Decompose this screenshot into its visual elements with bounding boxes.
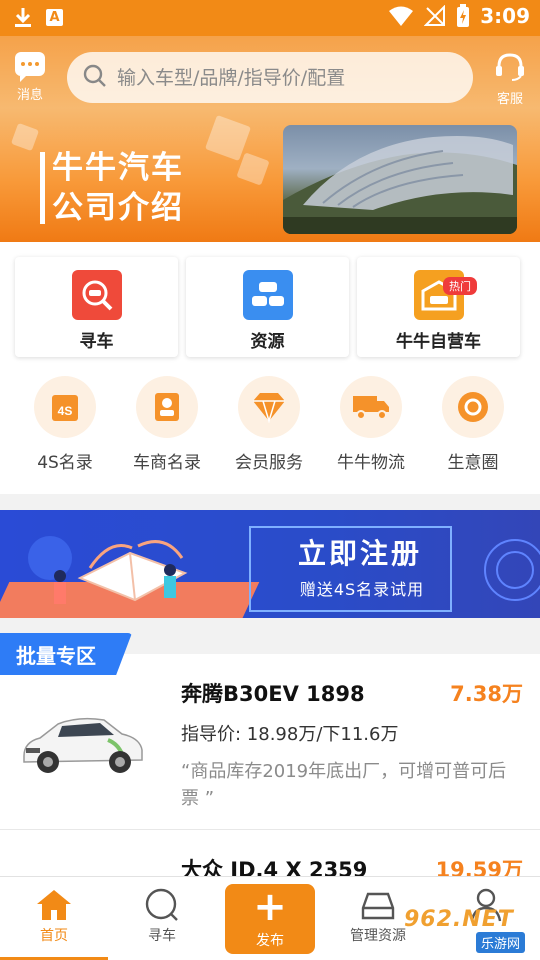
- promo-title: 牛牛汽车 公司介绍: [52, 148, 184, 228]
- 4s-icon-text: 4S: [58, 404, 73, 418]
- search-icon: [112, 885, 212, 925]
- plus-icon: +: [253, 884, 287, 930]
- grid-item-logistics[interactable]: 牛牛物流: [326, 376, 416, 473]
- grid-label: 会员服务: [235, 453, 303, 473]
- download-icon: [14, 6, 32, 28]
- car-search-icon: [71, 270, 122, 320]
- grid-item-4s-directory[interactable]: 4S 4S名录: [20, 376, 110, 473]
- search-input[interactable]: [117, 66, 457, 89]
- tab-home[interactable]: 首页: [4, 885, 104, 945]
- register-subtitle: 赠送4S名录试用: [299, 580, 425, 599]
- card-label: 资源: [250, 332, 285, 352]
- card-label: 寻车: [79, 332, 114, 352]
- publish-button[interactable]: + 发布: [225, 884, 315, 954]
- no-signal-icon: [424, 5, 446, 27]
- card-find-car[interactable]: 寻车: [15, 257, 178, 357]
- promo-line-1: 牛牛汽车: [52, 150, 184, 186]
- wifi-icon: [388, 5, 414, 27]
- section-title: 批量专区: [0, 633, 132, 675]
- watermark-sub: 乐游网: [476, 932, 526, 953]
- tab-label: 首页: [40, 928, 68, 944]
- card-resources[interactable]: 资源: [186, 257, 349, 357]
- publish-label: 发布: [256, 933, 284, 949]
- promo-line-2: 公司介绍: [52, 190, 184, 226]
- watermark-logo: 962.NET: [404, 907, 514, 932]
- listing-guide-price: 指导价: 18.98万/下11.6万: [181, 724, 399, 745]
- status-bar: A 3:09: [0, 0, 540, 36]
- truck-icon: [340, 376, 402, 438]
- app-notification-icon: A: [46, 8, 63, 26]
- grid-label: 牛牛物流: [337, 453, 405, 473]
- listing-name: 奔腾B30EV 1898: [181, 682, 365, 706]
- service-label: 客服: [496, 92, 523, 107]
- messages-label: 消息: [16, 88, 43, 103]
- card-label: 牛牛自营车: [396, 332, 481, 352]
- customer-service-button[interactable]: 客服: [492, 52, 528, 107]
- grid-label: 4S名录: [37, 453, 93, 473]
- promo-accent-bar: [40, 152, 45, 224]
- book-illustration: [28, 536, 188, 604]
- decor-square: [10, 122, 40, 152]
- register-title: 立即注册: [297, 537, 422, 570]
- dealer-directory-icon: [136, 376, 198, 438]
- messages-button[interactable]: 消息: [10, 52, 50, 104]
- listing-item[interactable]: 奔腾B30EV 1898 7.38万 指导价: 18.98万/下11.6万 “商…: [0, 654, 540, 830]
- search-bar[interactable]: [67, 52, 473, 103]
- car-photo: [23, 717, 143, 773]
- diamond-icon: [238, 376, 300, 438]
- tab-label: 寻车: [148, 928, 176, 944]
- message-icon: [15, 52, 45, 82]
- listing-panel: 奔腾B30EV 1898 7.38万 指导价: 18.98万/下11.6万 “商…: [0, 654, 540, 884]
- cars-icon: [242, 270, 293, 320]
- headset-icon: [494, 53, 526, 86]
- listing-note: “商品库存2019年底出厂，可增可普可后票 ”: [181, 761, 507, 809]
- 4s-directory-icon: 4S: [34, 376, 96, 438]
- grid-item-member-service[interactable]: 会员服务: [224, 376, 314, 473]
- card-self-operated[interactable]: 热门 牛牛自营车: [357, 257, 520, 357]
- grid-item-dealer-directory[interactable]: 车商名录: [122, 376, 212, 473]
- building-photo: [283, 125, 517, 234]
- grid-item-business-circle[interactable]: 生意圈: [428, 376, 518, 473]
- hot-badge: 热门: [443, 277, 477, 295]
- battery-charging-icon: [456, 4, 470, 28]
- clock: 3:09: [480, 4, 530, 28]
- circle-icon: [442, 376, 504, 438]
- quick-access-panel: 寻车 资源 热门 牛牛自营车 4S 4S名录 车商名录 会员服务 牛牛物流 生意…: [0, 242, 540, 494]
- decor-square: [236, 152, 270, 186]
- home-icon: [4, 885, 104, 925]
- listing-price: 7.38万: [450, 682, 523, 706]
- grid-label: 生意圈: [447, 453, 499, 473]
- tab-find-car[interactable]: 寻车: [112, 885, 212, 945]
- decor-circles: [484, 539, 540, 601]
- register-banner[interactable]: 立即注册 赠送4S名录试用: [0, 510, 540, 618]
- search-icon: [83, 64, 107, 92]
- grid-label: 车商名录: [133, 453, 201, 473]
